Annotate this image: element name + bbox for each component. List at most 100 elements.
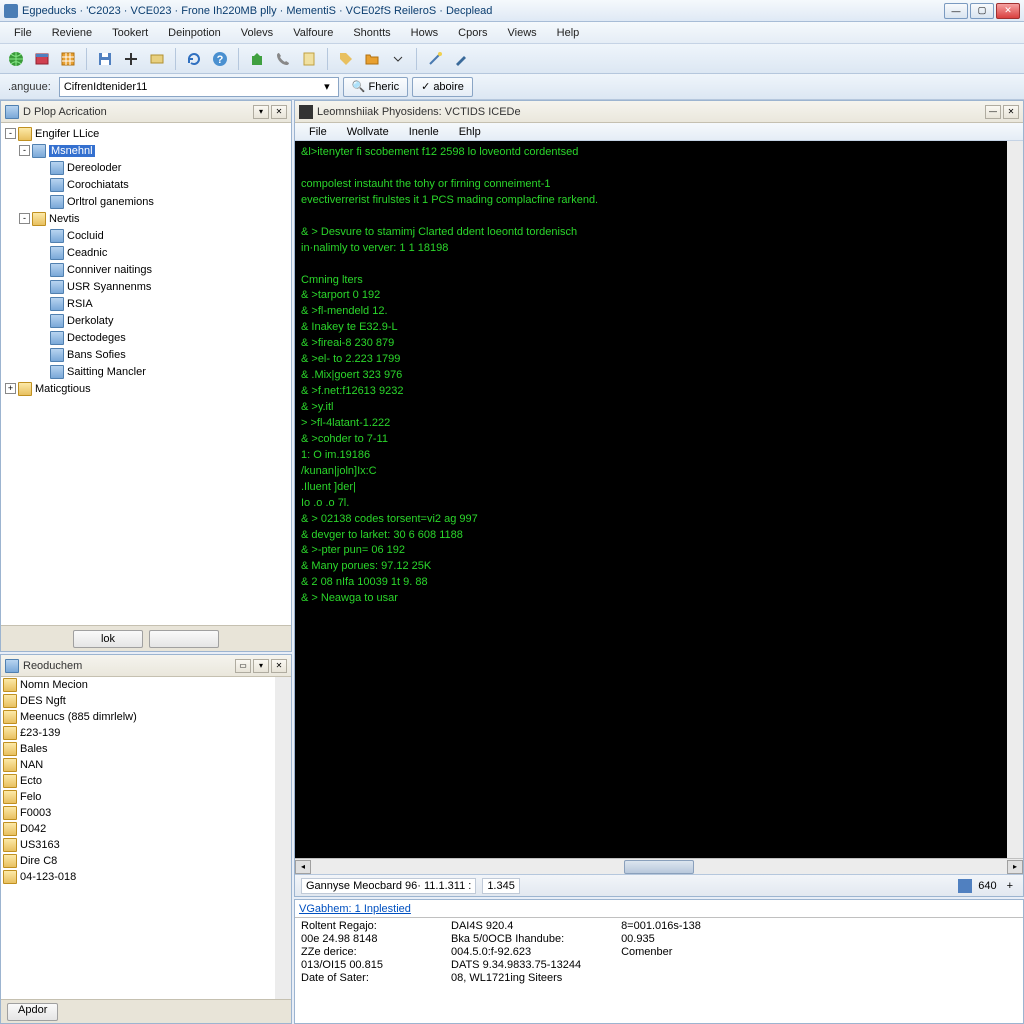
panel-close-button[interactable]: ✕ — [1003, 105, 1019, 119]
panel-menu-button[interactable]: ▾ — [253, 659, 269, 673]
list-item[interactable]: D042 — [1, 821, 275, 837]
scroll-thumb[interactable] — [624, 860, 694, 874]
panel-min-button[interactable]: — — [985, 105, 1001, 119]
tree-item[interactable]: RSIA — [3, 295, 289, 312]
file-list[interactable]: Nomn MecionDES NgftMeenucs (885 dimrlelw… — [1, 677, 275, 999]
list-item[interactable]: NAN — [1, 757, 275, 773]
list-item[interactable]: DES Ngft — [1, 693, 275, 709]
tree-item[interactable]: -Engifer LLice — [3, 125, 289, 142]
help-icon[interactable]: ? — [208, 47, 232, 71]
scroll-right-button[interactable]: ▸ — [1007, 860, 1023, 874]
menu-cpors[interactable]: Cpors — [448, 25, 497, 41]
tree-item[interactable]: Saitting Mancler — [3, 363, 289, 380]
save-icon[interactable] — [93, 47, 117, 71]
folder-icon[interactable] — [360, 47, 384, 71]
address-input[interactable] — [64, 81, 320, 93]
main-menubar: File Reviene Tookert Deinpotion Volevs V… — [0, 22, 1024, 44]
expand-icon[interactable]: + — [5, 383, 16, 394]
note-icon[interactable] — [297, 47, 321, 71]
tree-btn-1[interactable]: lok — [73, 630, 143, 648]
menu-help[interactable]: Help — [547, 25, 590, 41]
apdor-button[interactable]: Apdor — [7, 1003, 58, 1021]
tree-node-icon — [50, 263, 64, 277]
close-button[interactable]: ✕ — [996, 3, 1020, 19]
expand-icon[interactable]: - — [5, 128, 16, 139]
list-item[interactable]: Ecto — [1, 773, 275, 789]
panel-pin-button[interactable]: ▭ — [235, 659, 251, 673]
globe-icon[interactable] — [4, 47, 28, 71]
tree-item[interactable]: Orltrol ganemions — [3, 193, 289, 210]
project-tree[interactable]: -Engifer LLice-MsnehnlDereoloderCorochia… — [1, 123, 291, 625]
list-item[interactable]: 04-123-018 — [1, 869, 275, 885]
tree-item[interactable]: -Msnehnl — [3, 142, 289, 159]
panel-close-button[interactable]: ✕ — [271, 105, 287, 119]
list-item[interactable]: Nomn Mecion — [1, 677, 275, 693]
tree-item[interactable]: Corochiatats — [3, 176, 289, 193]
fheric-button[interactable]: 🔍Fheric — [343, 77, 408, 97]
scrollbar-v[interactable] — [275, 677, 291, 999]
expand-icon[interactable]: - — [19, 213, 30, 224]
window-icon[interactable] — [30, 47, 54, 71]
tree-item[interactable]: Cocluid — [3, 227, 289, 244]
refresh-icon[interactable] — [182, 47, 206, 71]
info-header-link[interactable]: VGabhem: 1 Inplestied — [299, 903, 411, 915]
window-titlebar: Egpeducks · 'C2023 · VCE023 · Frone Ih22… — [0, 0, 1024, 22]
add-icon[interactable]: + — [1003, 880, 1017, 892]
panel-close-button[interactable]: ✕ — [271, 659, 287, 673]
scroll-left-button[interactable]: ◂ — [295, 860, 311, 874]
scrollbar-h[interactable]: ◂ ▸ — [295, 858, 1023, 874]
marker-icon[interactable] — [449, 47, 473, 71]
term-menu-ehlp[interactable]: Ehlp — [449, 125, 491, 139]
list-item[interactable]: US3163 — [1, 837, 275, 853]
menu-file[interactable]: File — [4, 25, 42, 41]
card-icon[interactable] — [145, 47, 169, 71]
list-item[interactable]: F0003 — [1, 805, 275, 821]
tree-item[interactable]: USR Syannenms — [3, 278, 289, 295]
menu-tookert[interactable]: Tookert — [102, 25, 158, 41]
term-menu-inenle[interactable]: Inenle — [399, 125, 449, 139]
menu-volevs[interactable]: Volevs — [231, 25, 283, 41]
dropdown-icon[interactable] — [386, 47, 410, 71]
term-menu-wollvate[interactable]: Wollvate — [337, 125, 399, 139]
tag-icon[interactable] — [334, 47, 358, 71]
list-item[interactable]: Meenucs (885 dimrlelw) — [1, 709, 275, 725]
add-icon[interactable] — [119, 47, 143, 71]
tree-item[interactable]: Ceadnic — [3, 244, 289, 261]
tree-item[interactable]: Dectodeges — [3, 329, 289, 346]
terminal-title: Leomnshiiak Phyosidens: VCTIDS ICEDe — [317, 106, 985, 118]
aboire-button[interactable]: ✓aboire — [412, 77, 473, 97]
tree-item[interactable]: +Maticgtious — [3, 380, 289, 397]
file-label: Dire C8 — [20, 855, 57, 867]
list-item[interactable]: Bales — [1, 741, 275, 757]
scrollbar-v[interactable] — [1007, 141, 1023, 858]
panel-menu-button[interactable]: ▾ — [253, 105, 269, 119]
info-val: Bka 5/0OCB Ihandube: — [451, 933, 564, 945]
menu-hows[interactable]: Hows — [401, 25, 449, 41]
terminal-output[interactable]: &l>itenyter fi scobement f12 2598 lo lov… — [295, 141, 1007, 858]
tree-btn-2[interactable] — [149, 630, 219, 648]
tree-item[interactable]: Dereoloder — [3, 159, 289, 176]
minimize-button[interactable]: — — [944, 3, 968, 19]
tree-item[interactable]: -Nevtis — [3, 210, 289, 227]
wand-icon[interactable] — [423, 47, 447, 71]
tree-item[interactable]: Derkolaty — [3, 312, 289, 329]
maximize-button[interactable]: ▢ — [970, 3, 994, 19]
phone-icon[interactable] — [271, 47, 295, 71]
tree-item[interactable]: Bans Sofies — [3, 346, 289, 363]
menu-shontts[interactable]: Shontts — [343, 25, 400, 41]
term-menu-file[interactable]: File — [299, 125, 337, 139]
menu-deinpotion[interactable]: Deinpotion — [158, 25, 231, 41]
list-item[interactable]: Felo — [1, 789, 275, 805]
menu-views[interactable]: Views — [498, 25, 547, 41]
tree-item[interactable]: Conniver naitings — [3, 261, 289, 278]
export-icon[interactable] — [245, 47, 269, 71]
list-item[interactable]: £23-139 — [1, 725, 275, 741]
expand-icon[interactable]: - — [19, 145, 30, 156]
address-combo[interactable]: ▾ — [59, 77, 339, 97]
menu-reviene[interactable]: Reviene — [42, 25, 102, 41]
chevron-down-icon[interactable]: ▾ — [320, 80, 334, 94]
menu-valfoure[interactable]: Valfoure — [283, 25, 343, 41]
table-icon[interactable] — [56, 47, 80, 71]
terminal-line: in·nalimly to verver: 1 1 18198 — [301, 241, 1001, 257]
list-item[interactable]: Dire C8 — [1, 853, 275, 869]
